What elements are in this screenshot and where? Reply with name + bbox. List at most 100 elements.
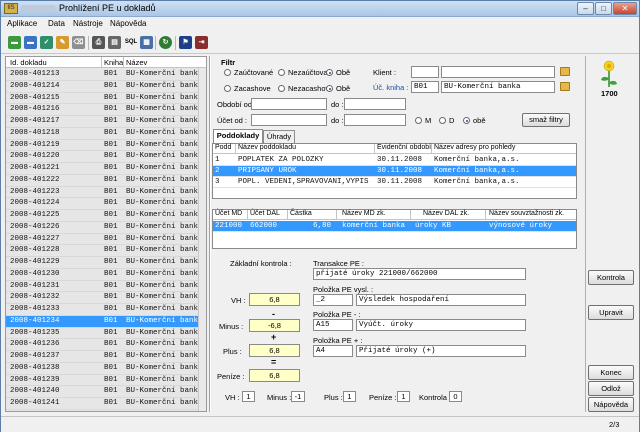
kontrola-button[interactable]: Kontrola xyxy=(588,270,634,285)
obdobi-do-input[interactable] xyxy=(344,98,406,110)
ucty-grid[interactable]: Účet MD Účet DAL Částka Název MD zk. Náz… xyxy=(212,209,577,249)
radio-obe-3-label[interactable]: obě xyxy=(473,116,486,125)
radio-obe-1[interactable] xyxy=(326,69,333,76)
print-preview-icon[interactable]: ▤ xyxy=(108,36,121,49)
maximize-button[interactable]: □ xyxy=(595,2,612,15)
menu-aplikace[interactable]: Aplikace xyxy=(7,19,37,28)
column-header-evidencni-obdobi[interactable]: Evidenční období xyxy=(377,144,431,151)
tab-uhrady[interactable]: Úhrady xyxy=(263,130,295,143)
transakce-input[interactable]: přijaté úroky 221000/662000 xyxy=(313,268,526,280)
splitter[interactable] xyxy=(209,56,211,412)
konec-button[interactable]: Konec xyxy=(588,365,634,380)
radio-obe-1-label[interactable]: Obě xyxy=(336,68,350,77)
polozka-plus-code[interactable]: A4 xyxy=(313,345,353,357)
napoveda-button[interactable]: Nápověda xyxy=(588,397,634,412)
list-item[interactable]: 2008-401241 B01 BU-Komerční bank xyxy=(6,398,198,410)
list-item[interactable]: 2008-401219 B01 BU-Komerční bank xyxy=(6,140,198,152)
klient-browse-icon[interactable] xyxy=(560,67,570,76)
column-header-nazev[interactable]: Název xyxy=(126,58,147,67)
list-item[interactable]: 2008-401240 B01 BU-Komerční bank xyxy=(6,386,198,398)
radio-m-label[interactable]: M xyxy=(425,116,431,125)
refresh-icon[interactable]: ↻ xyxy=(159,36,172,49)
document-list-scrollbar[interactable] xyxy=(198,68,206,411)
odloz-button[interactable]: Odlož xyxy=(588,381,634,396)
exit-icon[interactable]: ⇥ xyxy=(195,36,208,49)
list-item[interactable]: 2008-401221 B01 BU-Komerční bank xyxy=(6,163,198,175)
list-item[interactable]: 2008-401232 B01 BU-Komerční bank xyxy=(6,292,198,304)
radio-obe-2-label[interactable]: Obě xyxy=(336,84,350,93)
clear-filters-button[interactable]: smaž filtry xyxy=(522,113,570,127)
list-item[interactable]: 2008-401236 B01 BU-Komerční bank xyxy=(6,339,198,351)
radio-nezauctovane[interactable] xyxy=(278,69,285,76)
list-item[interactable]: 2008-401228 B01 BU-Komerční bank xyxy=(6,245,198,257)
obdobi-od-input[interactable] xyxy=(251,98,327,110)
radio-obe-2[interactable] xyxy=(326,85,333,92)
list-item[interactable]: 2008-401222 B01 BU-Komerční bank xyxy=(6,175,198,187)
list-item[interactable]: 2008-401215 B01 BU-Komerční bank xyxy=(6,93,198,105)
polozka-minus-code[interactable]: A15 xyxy=(313,319,353,331)
list-item[interactable]: 2008-401214 B01 BU-Komerční bank xyxy=(6,81,198,93)
print-icon[interactable]: ⎙ xyxy=(92,36,105,49)
table-row[interactable]: 1 POPLATEK ZA POLOZKY 30.11.2008 Komerční b… xyxy=(213,155,576,166)
table-row[interactable]: 221000 662000 6,80 komerční banka úroky KB vý… xyxy=(213,221,576,232)
column-header-ucet-dal[interactable]: Účet DAL xyxy=(250,210,280,217)
list-item[interactable]: 2008-401220 B01 BU-Komerční bank xyxy=(6,151,198,163)
radio-nezacashove-label[interactable]: Nezacashov xyxy=(288,84,329,93)
list-item[interactable]: 2008-401230 B01 BU-Komerční bank xyxy=(6,269,198,281)
tab-poddoklady[interactable]: Poddoklady xyxy=(213,129,263,143)
uc-kniha-code-input[interactable]: B01 xyxy=(411,81,439,93)
close-button[interactable]: ✕ xyxy=(613,2,637,15)
list-item[interactable]: 2008-401229 B01 BU-Komerční bank xyxy=(6,257,198,269)
column-header-ucet-md[interactable]: Účet MD xyxy=(215,210,242,217)
radio-d[interactable] xyxy=(439,117,446,124)
table-row[interactable]: 2 PRIPSANY UROK 30.11.2008 Komerční banka,a… xyxy=(213,166,576,177)
column-header-id[interactable]: Id. dokladu xyxy=(10,58,47,67)
list-item[interactable]: 2008-401224 B01 BU-Komerční bank xyxy=(6,198,198,210)
list-item[interactable]: 2008-401239 B01 BU-Komerční bank xyxy=(6,375,198,387)
ucet-od-input[interactable] xyxy=(251,114,327,126)
column-header-podd[interactable]: Podd xyxy=(215,144,231,151)
polozka-minus-name[interactable]: Vyúčt. úroky xyxy=(356,319,526,331)
radio-nezauctovane-label[interactable]: Nezaúčtova xyxy=(288,68,328,77)
folder-green-icon[interactable]: ▬ xyxy=(8,36,21,49)
menu-data[interactable]: Data xyxy=(48,19,65,28)
menu-napoveda[interactable]: Nápověda xyxy=(110,19,146,28)
klient-code-input[interactable] xyxy=(411,66,439,78)
menu-nastroje[interactable]: Nástroje xyxy=(73,19,103,28)
pencil-icon[interactable]: ✎ xyxy=(56,36,69,49)
list-item[interactable]: 2008-401218 B01 BU-Komerční bank xyxy=(6,128,198,140)
list-item[interactable]: 2008-401225 B01 BU-Komerční bank xyxy=(6,210,198,222)
uc-kniha-name-input[interactable]: BU-Komerční banka xyxy=(441,81,555,93)
column-header-kniha[interactable]: Kniha xyxy=(104,58,123,67)
flag-icon[interactable]: ⚑ xyxy=(179,36,192,49)
list-item[interactable]: 2008-401227 B01 BU-Komerční bank xyxy=(6,234,198,246)
klient-name-input[interactable] xyxy=(441,66,555,78)
ucet-do-input[interactable] xyxy=(344,114,406,126)
eraser-icon[interactable]: ⌫ xyxy=(72,36,85,49)
polozka-plus-name[interactable]: Přijaté úroky (+) xyxy=(356,345,526,357)
folder-blue-icon[interactable]: ▬ xyxy=(24,36,37,49)
table-icon[interactable]: ▦ xyxy=(140,36,153,49)
polozka-vysl-name[interactable]: Výsledek hospodaření xyxy=(356,294,526,306)
radio-d-label[interactable]: D xyxy=(449,116,454,125)
column-header-nazev-dal[interactable]: Název DAL zk. xyxy=(423,210,469,217)
table-row[interactable]: 3 POPL. VEDENI,SPRAVOVANI,VYPIS 30.11.2008… xyxy=(213,177,576,188)
radio-zacashove-label[interactable]: Zacashove xyxy=(234,84,271,93)
polozka-vysl-code[interactable]: _2 xyxy=(313,294,353,306)
list-item[interactable]: 2008-401233 B01 BU-Komerční bank xyxy=(6,304,198,316)
column-header-nazev-souvztaznosti[interactable]: Název souvztažnosti zk. xyxy=(489,210,564,217)
document-list[interactable]: Id. dokladu Kniha Název 2008-401213 B01 BU… xyxy=(5,56,207,412)
radio-zauctovane-label[interactable]: Zaúčtované xyxy=(234,68,273,77)
radio-m[interactable] xyxy=(415,117,422,124)
column-header-nazev-md[interactable]: Název MD zk. xyxy=(342,210,386,217)
radio-zacashove[interactable] xyxy=(224,85,231,92)
list-item[interactable]: 2008-401238 B01 BU-Komerční bank xyxy=(6,363,198,375)
sql-icon[interactable]: SQL xyxy=(123,36,139,49)
radio-zauctovane[interactable] xyxy=(224,69,231,76)
radio-obe-3[interactable] xyxy=(463,117,470,124)
list-item[interactable]: 2008-401217 B01 BU-Komerční bank xyxy=(6,116,198,128)
list-item[interactable]: 2008-401235 B01 BU-Komerční bank xyxy=(6,328,198,340)
uc-kniha-browse-icon[interactable] xyxy=(560,82,570,91)
list-item[interactable]: 2008-401216 B01 BU-Komerční bank xyxy=(6,104,198,116)
list-item[interactable]: 2008-401213 B01 BU-Komerční bank xyxy=(6,69,198,81)
